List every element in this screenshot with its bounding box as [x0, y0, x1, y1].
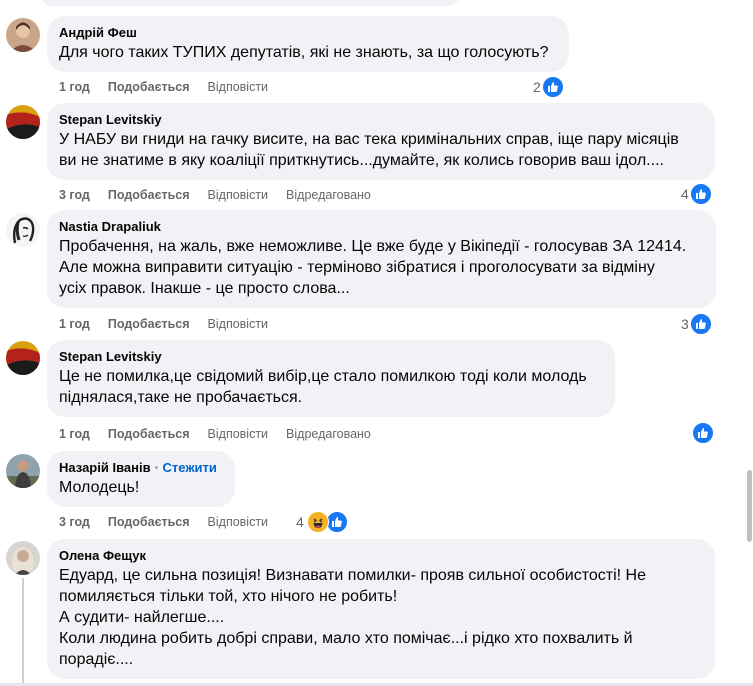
- person-photo-icon: [6, 541, 40, 575]
- comment-text: У НАБУ ви гниди на гачку висите, на вас …: [59, 131, 679, 169]
- edited-label[interactable]: Відредаговано: [286, 187, 371, 203]
- comment-author[interactable]: Андрій Феш: [59, 24, 555, 41]
- reaction-count: 2: [533, 79, 541, 95]
- comment-author[interactable]: Назарій Іванів: [59, 460, 151, 475]
- avatar[interactable]: [6, 541, 40, 575]
- like-link[interactable]: Подобається: [108, 316, 190, 332]
- thread-line: [22, 578, 24, 686]
- person-photo-icon: [6, 18, 40, 52]
- like-reaction-icon: [325, 511, 348, 533]
- comment-text: Пробачення, на жаль, вже неможливе. Це в…: [59, 238, 687, 297]
- comment-author[interactable]: Stepan Levitskiy: [59, 111, 701, 128]
- reply-link[interactable]: Відповісти: [208, 316, 269, 332]
- comment-text: Це не помилка,це свідомий вибір,це стало…: [59, 368, 587, 406]
- like-link[interactable]: Подобається: [108, 514, 190, 530]
- comment-actions: 1 год Подобається Відповісти Відредагова…: [59, 426, 371, 442]
- person-photo-icon: [6, 454, 40, 488]
- comment-author[interactable]: Nastia Drapaliuk: [59, 218, 702, 235]
- reaction-summary[interactable]: 4: [296, 511, 348, 533]
- reply-link[interactable]: Відповісти: [208, 187, 269, 203]
- comment-time[interactable]: 3 год: [59, 187, 90, 203]
- scrollbar-thumb[interactable]: [747, 470, 752, 542]
- avatar[interactable]: [6, 18, 40, 52]
- reply-link[interactable]: Відповісти: [208, 79, 269, 95]
- comment-bubble: Nastia Drapaliuk Пробачення, на жаль, вж…: [47, 210, 716, 308]
- comment-bubble: Stepan Levitskiy У НАБУ ви гниди на гачк…: [47, 103, 715, 180]
- comment-bubble: Назарій Іванів Стежити Молодець!: [47, 451, 235, 507]
- like-reaction-icon: [689, 313, 712, 335]
- reaction-summary[interactable]: 4: [681, 183, 712, 205]
- avatar[interactable]: [6, 105, 40, 139]
- comment-text: Молодець!: [59, 479, 140, 496]
- reaction-count: 4: [681, 186, 689, 202]
- flag-red-black-icon: [6, 105, 40, 139]
- avatar[interactable]: [6, 454, 40, 488]
- edited-label[interactable]: Відредаговано: [286, 426, 371, 442]
- comment-bubble: Stepan Levitskiy Це не помилка,це свідом…: [47, 340, 615, 417]
- follow-link[interactable]: Стежити: [155, 460, 217, 475]
- comment-author[interactable]: Stepan Levitskiy: [59, 348, 601, 365]
- reaction-summary[interactable]: [692, 422, 714, 444]
- comment-bubble: Олена Фещук Едуард, це сильна позиція! В…: [47, 539, 715, 679]
- comment-text: Едуард, це сильна позиція! Визнавати пом…: [59, 567, 646, 668]
- flag-red-black-icon: [6, 341, 40, 375]
- like-reaction-icon: [689, 183, 712, 205]
- reply-link[interactable]: Відповісти: [208, 426, 269, 442]
- scrollbar[interactable]: [747, 0, 753, 686]
- haha-reaction-icon: [306, 511, 329, 533]
- reaction-count: 3: [681, 316, 689, 332]
- comment-time[interactable]: 1 год: [59, 426, 90, 442]
- comment-time[interactable]: 3 год: [59, 514, 90, 530]
- reaction-summary[interactable]: 2: [533, 76, 564, 98]
- comment-author-row: Назарій Іванів Стежити: [59, 459, 221, 476]
- comment-time[interactable]: 1 год: [59, 316, 90, 332]
- avatar[interactable]: [6, 213, 40, 247]
- comment-bubble: Андрій Феш Для чого таких ТУПИХ депутаті…: [47, 16, 569, 72]
- like-reaction-icon: [541, 76, 564, 98]
- reaction-count: 4: [296, 514, 304, 530]
- previous-comment-bubble: [40, 0, 460, 6]
- comment-time[interactable]: 1 год: [59, 79, 90, 95]
- avatar[interactable]: [6, 341, 40, 375]
- like-link[interactable]: Подобається: [108, 79, 190, 95]
- like-reaction-icon: [692, 422, 714, 444]
- comment-actions: 3 год Подобається Відповісти: [59, 514, 268, 530]
- comment-actions: 3 год Подобається Відповісти Відредагова…: [59, 187, 371, 203]
- comment-actions: 1 год Подобається Відповісти: [59, 316, 268, 332]
- comment-text: Для чого таких ТУПИХ депутатів, які не з…: [59, 44, 549, 61]
- like-link[interactable]: Подобається: [108, 187, 190, 203]
- reaction-summary[interactable]: 3: [681, 313, 712, 335]
- comment-actions: 1 год Подобається Відповісти: [59, 79, 268, 95]
- comment-author[interactable]: Олена Фещук: [59, 547, 701, 564]
- face-sketch-icon: [6, 213, 40, 247]
- like-link[interactable]: Подобається: [108, 426, 190, 442]
- reply-link[interactable]: Відповісти: [208, 514, 269, 530]
